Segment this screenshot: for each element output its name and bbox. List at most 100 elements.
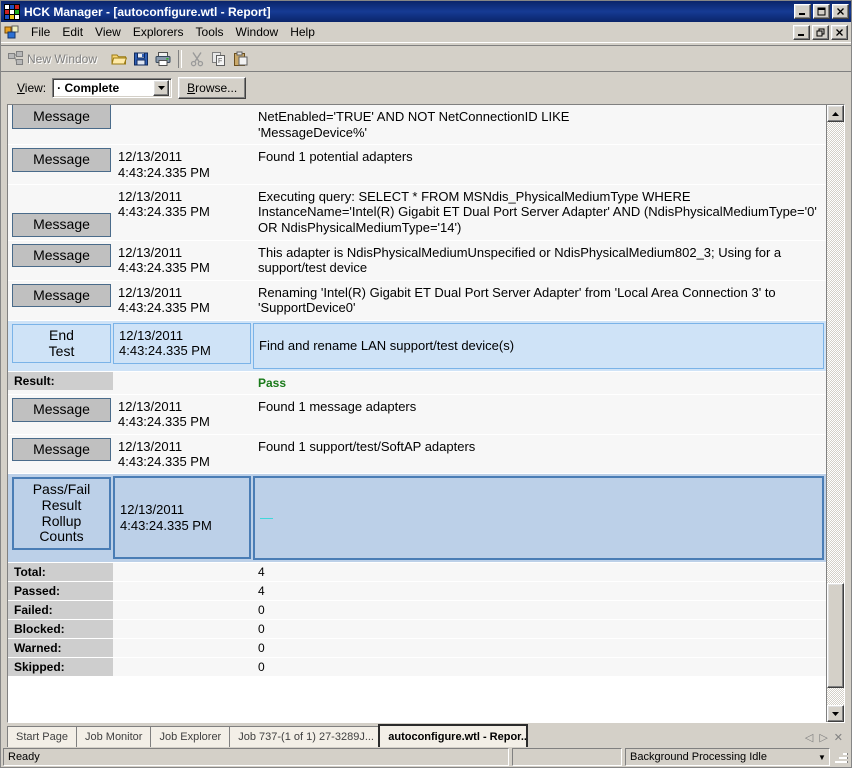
window-title: HCK Manager - [autoconfigure.wtl - Repor… bbox=[24, 4, 271, 19]
row-date bbox=[113, 105, 253, 113]
menu-item-file[interactable]: File bbox=[25, 23, 56, 41]
row-badge: End Test bbox=[12, 324, 111, 364]
count-row-passed[interactable]: Passed: 4 bbox=[8, 581, 826, 601]
count-label: Failed: bbox=[8, 600, 113, 619]
tab-job-monitor[interactable]: Job Monitor bbox=[75, 726, 152, 747]
view-label-mnemonic: V bbox=[17, 81, 25, 95]
menu-item-edit[interactable]: Edit bbox=[56, 23, 89, 41]
maximize-button[interactable] bbox=[813, 4, 830, 19]
table-row[interactable]: Message 12/13/2011 4:43:24.335 PM Found … bbox=[8, 434, 826, 475]
row-date: 12/13/2011 4:43:24.335 PM bbox=[118, 398, 210, 430]
count-value-cell: 4 bbox=[253, 562, 826, 582]
background-task-value: Background Processing Idle bbox=[630, 751, 767, 763]
count-label-cell: Failed: bbox=[8, 600, 113, 620]
count-row-warned[interactable]: Warned: 0 bbox=[8, 638, 826, 658]
status-text: Ready bbox=[3, 748, 509, 766]
result-value-cell: Pass bbox=[253, 371, 826, 395]
tab-next-icon[interactable]: ▷ bbox=[819, 731, 827, 744]
menu-item-help[interactable]: Help bbox=[284, 23, 321, 41]
count-label: Skipped: bbox=[8, 657, 113, 676]
menu-item-window[interactable]: Window bbox=[230, 23, 285, 41]
copy-button[interactable]: F bbox=[208, 48, 230, 70]
new-window-button[interactable]: New Window bbox=[5, 48, 100, 70]
background-task-select[interactable]: Background Processing Idle ▼ bbox=[625, 748, 830, 766]
row-badge: Message bbox=[12, 148, 111, 172]
menu-item-view[interactable]: View bbox=[89, 23, 127, 41]
report-scroll-area[interactable]: Message NetEnabled='TRUE' AND NOT NetCon… bbox=[8, 105, 826, 722]
rollup-badge: Pass/Fail Result Rollup Counts bbox=[12, 477, 111, 550]
print-icon bbox=[155, 51, 171, 67]
row-date: 12/13/2011 4:43:24.335 PM bbox=[118, 438, 210, 469]
count-value-cell: 4 bbox=[253, 581, 826, 601]
scrollbar-track[interactable] bbox=[827, 122, 844, 705]
mdi-minimize-button[interactable] bbox=[793, 24, 810, 40]
count-row-total[interactable]: Total: 4 bbox=[8, 562, 826, 582]
tab-close-icon[interactable]: ✕ bbox=[834, 731, 843, 744]
title-bar: HCK Manager - [autoconfigure.wtl - Repor… bbox=[1, 1, 851, 22]
mdi-restore-button[interactable] bbox=[812, 24, 829, 40]
count-label: Blocked: bbox=[8, 619, 113, 638]
count-value: 0 bbox=[258, 621, 265, 636]
row-date-cell: 12/13/2011 4:43:24.335 PM bbox=[113, 280, 253, 322]
report-table: Message NetEnabled='TRUE' AND NOT NetCon… bbox=[8, 105, 826, 677]
count-spacer-cell bbox=[113, 581, 253, 601]
row-badge-cell: Message bbox=[8, 280, 113, 322]
table-row[interactable]: Message 12/13/2011 4:43:24.335 PM Found … bbox=[8, 394, 826, 435]
browse-button[interactable]: Browse... bbox=[178, 77, 247, 99]
row-badge-cell: Message bbox=[8, 434, 113, 475]
close-button[interactable] bbox=[832, 4, 849, 19]
row-message: Renaming 'Intel(R) Gigabit ET Dual Port … bbox=[258, 284, 776, 316]
tab-autoconfigure-report[interactable]: autoconfigure.wtl - Repor... bbox=[378, 724, 529, 747]
hck-manager-window: HCK Manager - [autoconfigure.wtl - Repor… bbox=[0, 0, 852, 768]
chevron-down-icon[interactable] bbox=[153, 80, 170, 96]
report-vertical-scrollbar[interactable] bbox=[826, 105, 844, 722]
browse-rest: rowse... bbox=[195, 81, 238, 95]
row-badge: Message bbox=[12, 437, 111, 462]
table-row[interactable]: Message 12/13/2011 4:43:24.335 PM Found … bbox=[8, 144, 826, 185]
view-select[interactable]: · Complete bbox=[52, 78, 173, 98]
table-row-rollup[interactable]: Pass/Fail Result Rollup Counts 12/13/201… bbox=[8, 473, 826, 563]
count-value: 0 bbox=[258, 602, 265, 617]
table-row-end-test[interactable]: End Test 12/13/2011 4:43:24.335 PM Find … bbox=[8, 320, 826, 372]
table-row-result[interactable]: Result: Pass bbox=[8, 371, 826, 395]
scroll-down-icon[interactable] bbox=[827, 705, 844, 722]
document-tab-bar: Start Page Job Monitor Job Explorer Job … bbox=[1, 723, 851, 747]
tab-job-explorer[interactable]: Job Explorer bbox=[150, 726, 231, 747]
menu-item-explorers[interactable]: Explorers bbox=[127, 23, 190, 41]
tab-job-737[interactable]: Job 737-(1 of 1) 27-3289J... bbox=[229, 726, 380, 747]
chevron-down-icon[interactable]: ▼ bbox=[815, 753, 829, 762]
row-date-cell: 12/13/2011 4:43:24.335 PM bbox=[113, 144, 253, 185]
scrollbar-thumb[interactable] bbox=[827, 582, 844, 688]
rollup-date: 12/13/2011 4:43:24.335 PM bbox=[113, 476, 251, 559]
minimize-button[interactable] bbox=[794, 4, 811, 19]
row-message-cell: Executing query: SELECT * FROM MSNdis_Ph… bbox=[253, 184, 826, 241]
result-date bbox=[113, 372, 253, 380]
count-value: 0 bbox=[258, 659, 265, 674]
save-button[interactable] bbox=[130, 48, 152, 70]
open-button[interactable] bbox=[108, 48, 130, 70]
table-row[interactable]: Message 12/13/2011 4:43:24.335 PM This a… bbox=[8, 240, 826, 281]
tab-start-page[interactable]: Start Page bbox=[7, 726, 77, 747]
table-row[interactable]: Message 12/13/2011 4:43:24.335 PM Execut… bbox=[8, 184, 826, 241]
count-spacer-cell bbox=[113, 600, 253, 620]
count-row-skipped[interactable]: Skipped: 0 bbox=[8, 657, 826, 677]
menu-item-tools[interactable]: Tools bbox=[190, 23, 230, 41]
status-secondary-panel bbox=[512, 748, 622, 766]
table-row[interactable]: Message 12/13/2011 4:43:24.335 PM Renami… bbox=[8, 280, 826, 322]
count-row-failed[interactable]: Failed: 0 bbox=[8, 600, 826, 620]
cut-button[interactable] bbox=[186, 48, 208, 70]
count-row-blocked[interactable]: Blocked: 0 bbox=[8, 619, 826, 639]
print-button[interactable] bbox=[152, 48, 174, 70]
resize-grip-icon[interactable] bbox=[835, 750, 849, 764]
row-badge-cell: Message bbox=[8, 144, 113, 185]
mdi-close-button[interactable] bbox=[831, 24, 848, 40]
table-row[interactable]: Message NetEnabled='TRUE' AND NOT NetCon… bbox=[8, 105, 826, 146]
tab-prev-icon[interactable]: ◁ bbox=[805, 731, 813, 744]
count-label: Passed: bbox=[8, 581, 113, 600]
view-bar: View: · Complete Browse... bbox=[9, 76, 843, 100]
rollup-badge-cell: Pass/Fail Result Rollup Counts bbox=[8, 473, 113, 563]
scroll-up-icon[interactable] bbox=[827, 105, 844, 122]
paste-button[interactable] bbox=[230, 48, 252, 70]
svg-text:F: F bbox=[218, 58, 222, 65]
paste-icon bbox=[233, 51, 249, 67]
